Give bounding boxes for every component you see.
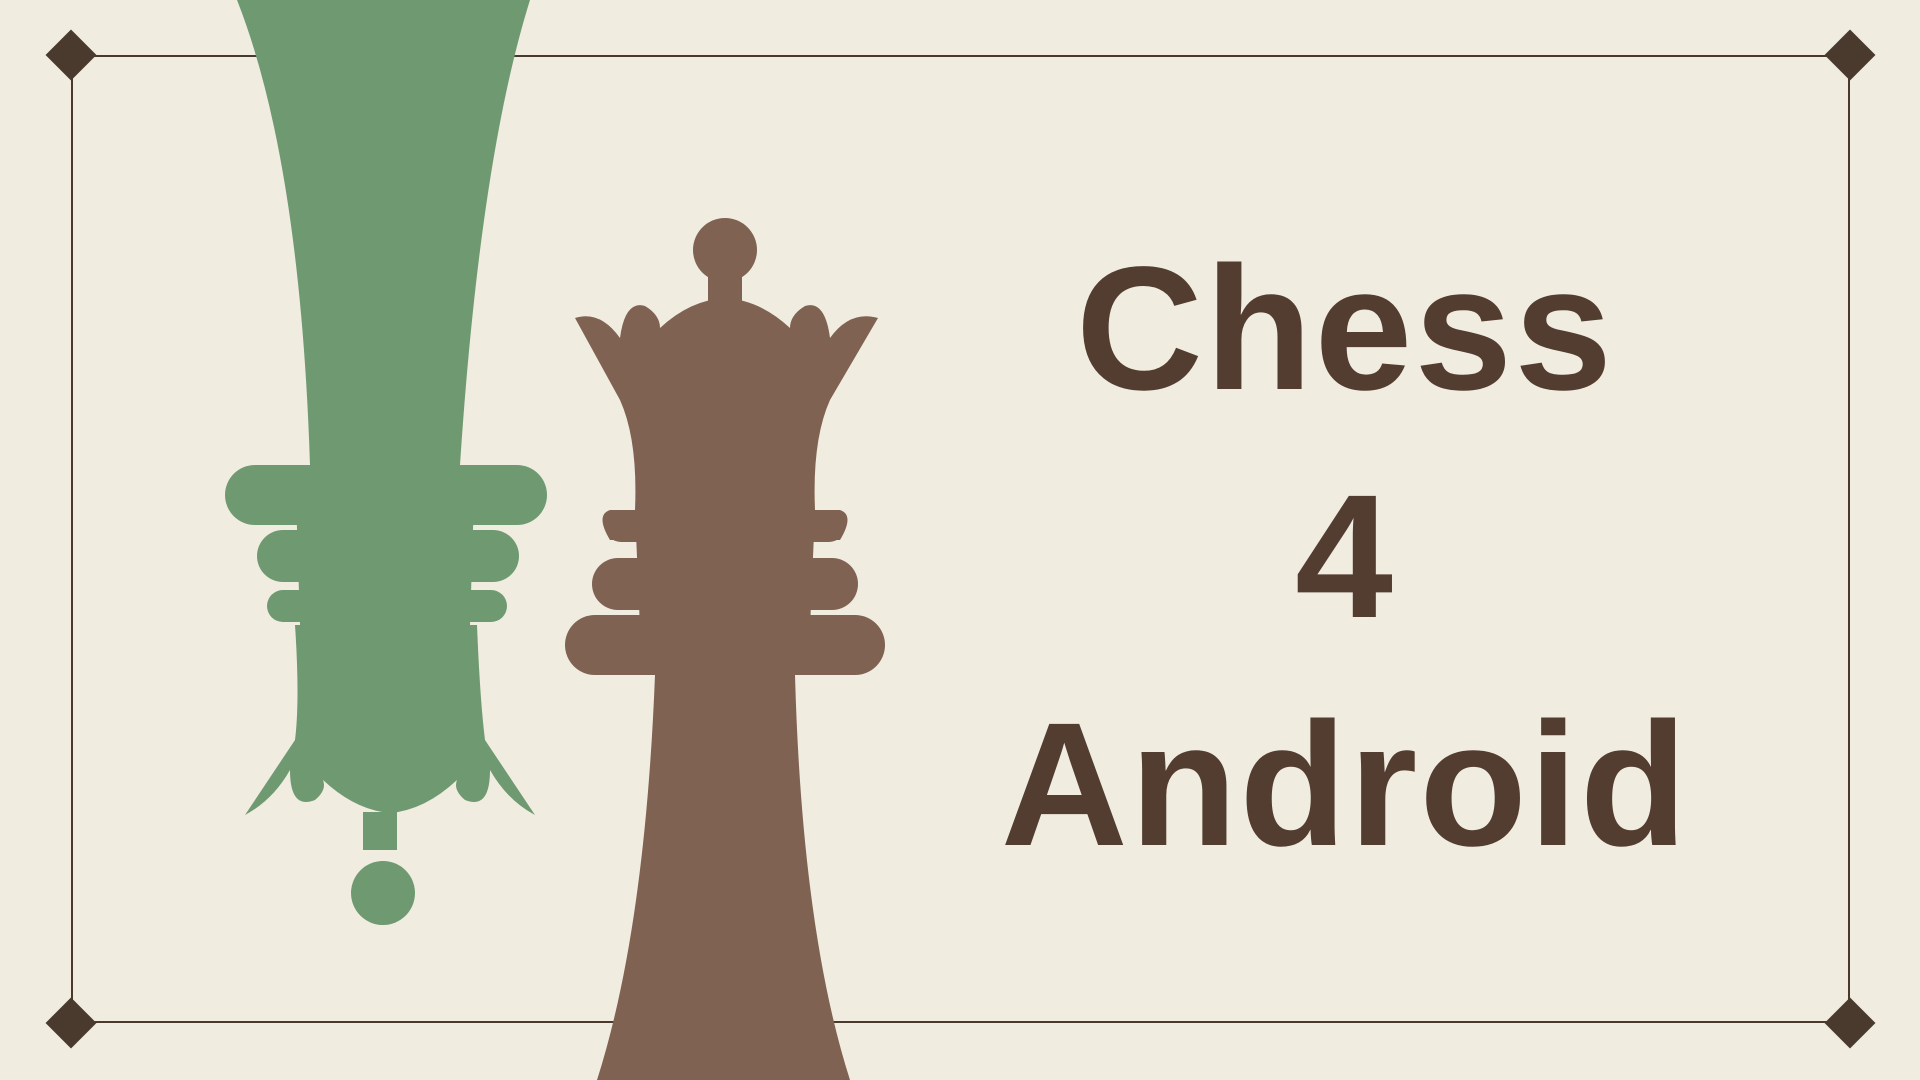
title-line-android: Android: [1000, 687, 1690, 883]
queen-piece-inverted-icon: [225, 0, 547, 925]
slide-title: Chess 4 Android: [940, 215, 1750, 899]
title-slide: Chess 4 Android: [0, 0, 1920, 1080]
title-line-number: 4: [1295, 459, 1395, 655]
queen-piece-upright-icon: [565, 218, 885, 1080]
title-line-chess: Chess: [1075, 231, 1615, 427]
